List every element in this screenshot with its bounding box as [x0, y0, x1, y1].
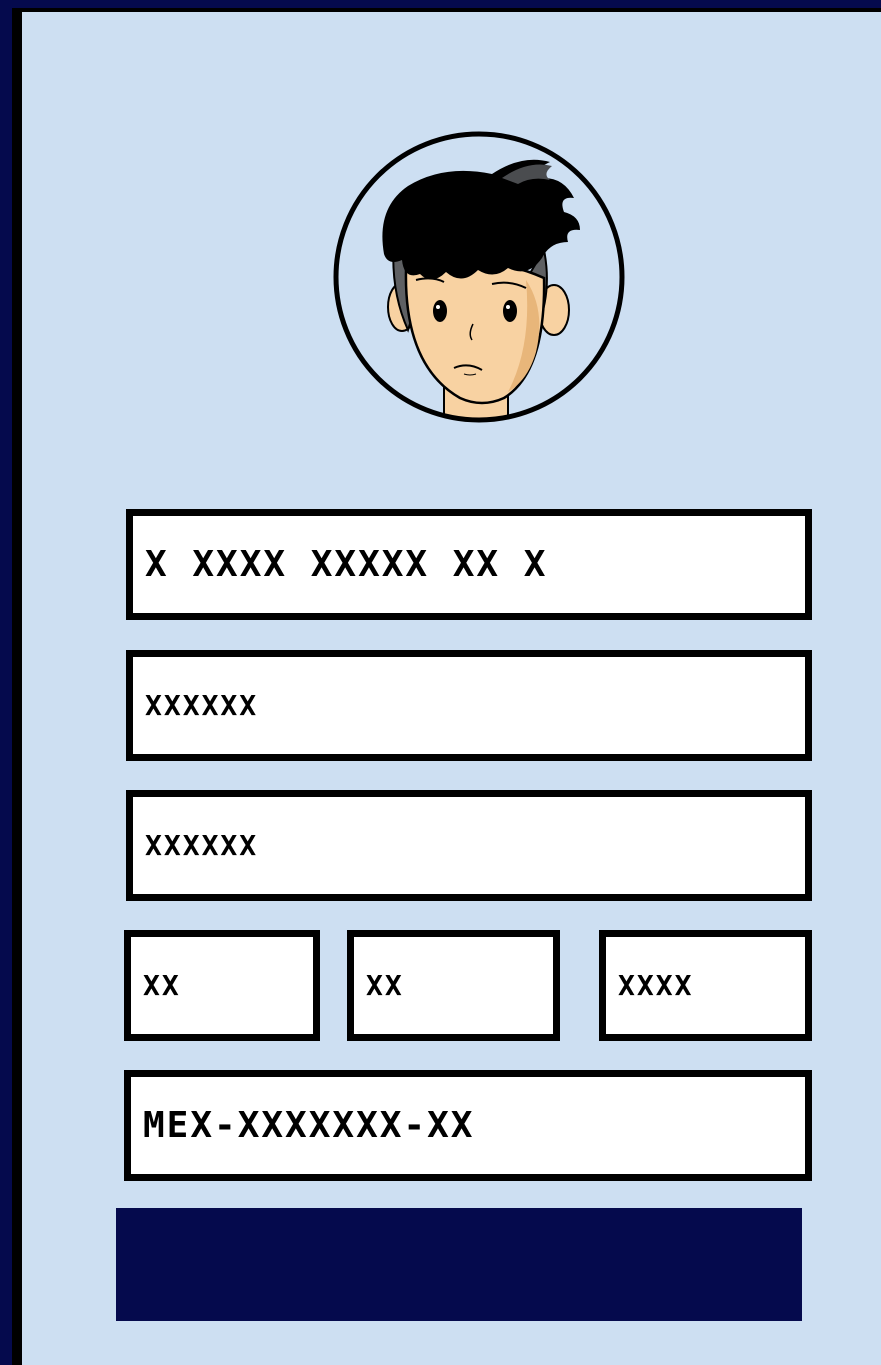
- id-code-field[interactable]: MEX-XXXXXXX-XX: [124, 1070, 812, 1181]
- text-field-3-value: XXXXXX: [145, 829, 259, 862]
- id-code-value: MEX-XXXXXXX-XX: [143, 1105, 475, 1146]
- person-avatar-icon: [333, 131, 625, 423]
- year-field[interactable]: XXXX: [599, 930, 812, 1041]
- form-card: X XXXX XXXXX XX X XXXXXX XXXXXX XX XX XX…: [12, 8, 881, 1365]
- submit-button[interactable]: [116, 1208, 802, 1321]
- month-value: XX: [366, 969, 404, 1002]
- year-value: XXXX: [618, 969, 694, 1002]
- text-field-2-value: XXXXXX: [145, 689, 259, 722]
- text-field-3[interactable]: XXXXXX: [126, 790, 812, 901]
- full-name-field[interactable]: X XXXX XXXXX XX X: [126, 509, 812, 620]
- day-field[interactable]: XX: [124, 930, 320, 1041]
- month-field[interactable]: XX: [347, 930, 560, 1041]
- text-field-2[interactable]: XXXXXX: [126, 650, 812, 761]
- full-name-value: X XXXX XXXXX XX X: [145, 544, 548, 585]
- day-value: XX: [143, 969, 181, 1002]
